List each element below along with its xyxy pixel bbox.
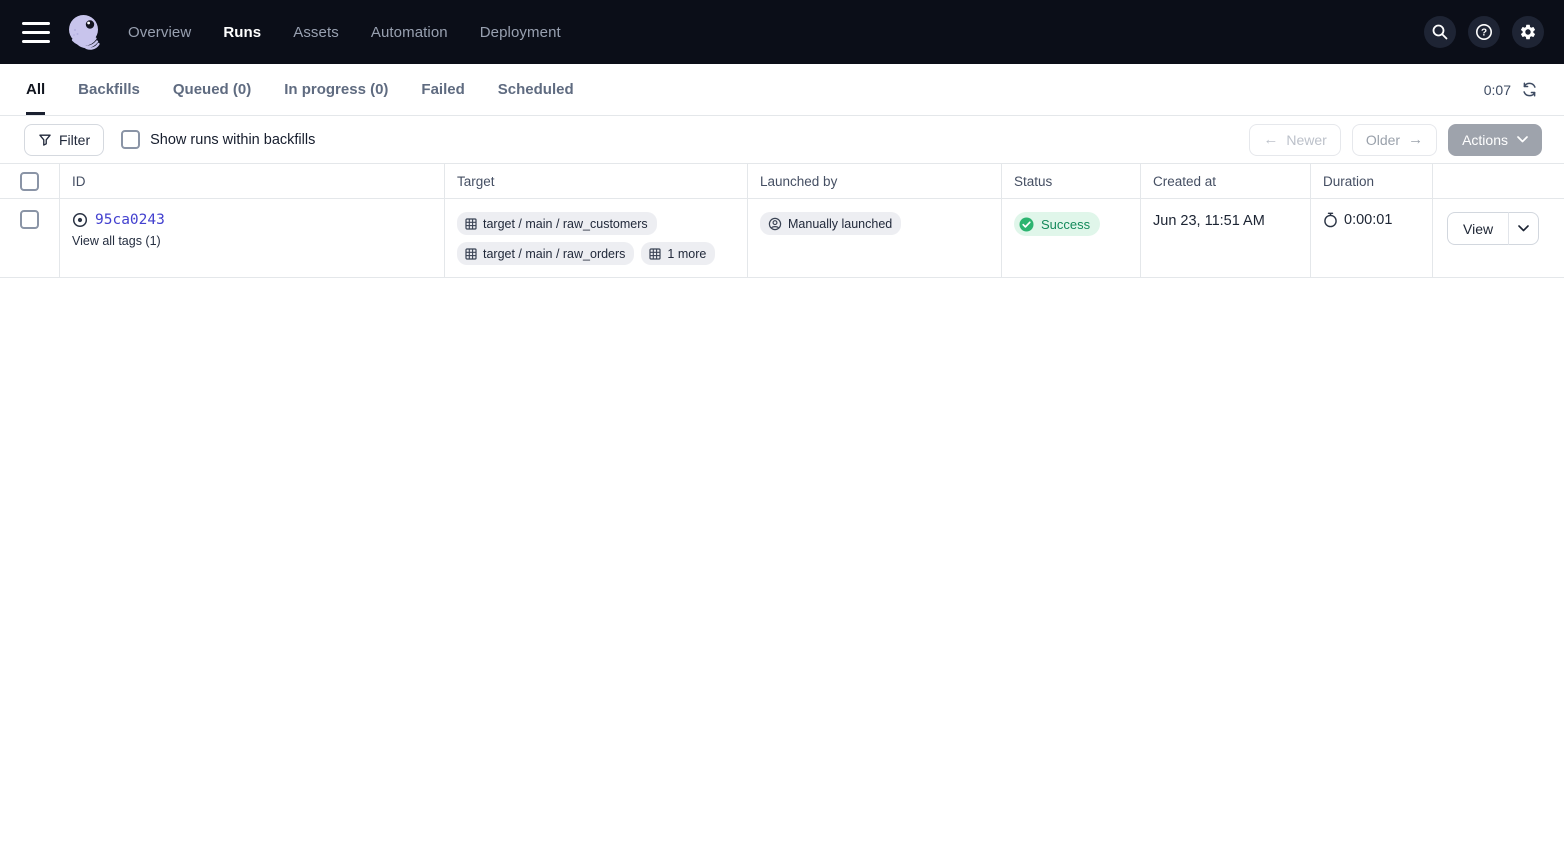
stopwatch-icon [1323,212,1338,228]
search-icon [1431,23,1449,41]
launched-by-cell: Manually launched [748,199,1002,277]
target-cell: target / main / raw_customers target / m… [445,199,748,277]
backfills-checkbox[interactable] [121,130,140,149]
arrow-right-icon: → [1408,132,1423,147]
run-row: 95ca0243 View all tags (1) target / main… [0,199,1564,278]
backfills-checkbox-label: Show runs within backfills [150,132,315,148]
column-header-target: Target [445,164,748,198]
status-cell: Success [1002,199,1141,277]
tab-queued[interactable]: Queued (0) [173,64,251,115]
runs-table: ID Target Launched by Status Created at … [0,163,1564,278]
select-all-checkbox[interactable] [20,172,39,191]
table-header-row: ID Target Launched by Status Created at … [0,163,1564,199]
hamburger-menu-icon[interactable] [22,22,50,43]
view-all-tags-link[interactable]: View all tags (1) [72,234,432,248]
top-navigation-bar: Overview Runs Assets Automation Deployme… [0,0,1564,64]
row-checkbox[interactable] [20,210,39,229]
column-header-id: ID [60,164,445,198]
column-header-duration: Duration [1311,164,1433,198]
refresh-countdown: 0:07 [1484,82,1511,98]
created-at-cell: Jun 23, 11:51 AM [1141,199,1311,277]
help-icon: ? [1474,22,1494,42]
row-actions-cell: View [1433,199,1564,277]
column-header-actions [1433,164,1564,198]
actions-button[interactable]: Actions [1448,124,1542,156]
tab-backfills[interactable]: Backfills [78,64,140,115]
runs-toolbar: Filter Show runs within backfills ← Newe… [0,116,1564,163]
run-id-link[interactable]: 95ca0243 [95,212,165,228]
refresh-icon[interactable] [1521,81,1538,98]
tab-failed[interactable]: Failed [421,64,464,115]
column-header-created-at: Created at [1141,164,1311,198]
user-icon [768,217,782,231]
nav-item-runs[interactable]: Runs [223,24,261,41]
status-badge: Success [1014,212,1100,236]
tab-scheduled[interactable]: Scheduled [498,64,574,115]
chevron-down-icon [1517,136,1528,143]
table-grid-icon [649,248,661,260]
run-status-dot-icon [72,212,88,228]
run-id-cell: 95ca0243 View all tags (1) [60,199,445,277]
table-grid-icon [465,248,477,260]
tab-all[interactable]: All [26,64,45,115]
success-check-icon [1018,216,1035,233]
view-dropdown-button[interactable] [1508,212,1539,245]
chevron-down-icon [1518,225,1529,232]
nav-item-automation[interactable]: Automation [371,24,448,41]
arrow-left-icon: ← [1263,132,1278,147]
primary-nav: Overview Runs Assets Automation Deployme… [128,24,561,41]
gear-icon [1519,23,1537,41]
target-tag[interactable]: target / main / raw_orders [457,242,634,265]
newer-button[interactable]: ← Newer [1249,124,1340,156]
dagster-logo-icon[interactable] [64,12,104,52]
runs-tab-bar: All Backfills Queued (0) In progress (0)… [0,64,1564,116]
nav-item-deployment[interactable]: Deployment [480,24,561,41]
tab-in-progress[interactable]: In progress (0) [284,64,388,115]
help-button[interactable]: ? [1468,16,1500,48]
target-more-tag[interactable]: 1 more [641,242,715,265]
svg-text:?: ? [1481,28,1487,39]
older-button[interactable]: Older → [1352,124,1437,156]
search-button[interactable] [1424,16,1456,48]
show-backfills-toggle[interactable]: Show runs within backfills [121,130,315,149]
column-header-launched-by: Launched by [748,164,1002,198]
settings-button[interactable] [1512,16,1544,48]
filter-button[interactable]: Filter [24,124,104,156]
nav-item-assets[interactable]: Assets [293,24,339,41]
table-grid-icon [465,218,477,230]
launched-by-tag[interactable]: Manually launched [760,212,901,235]
nav-item-overview[interactable]: Overview [128,24,191,41]
duration-cell: 0:00:01 [1311,199,1433,277]
target-tag[interactable]: target / main / raw_customers [457,212,657,235]
column-header-status: Status [1002,164,1141,198]
view-button[interactable]: View [1447,212,1508,245]
funnel-icon [38,133,52,147]
view-split-button: View [1447,212,1539,245]
